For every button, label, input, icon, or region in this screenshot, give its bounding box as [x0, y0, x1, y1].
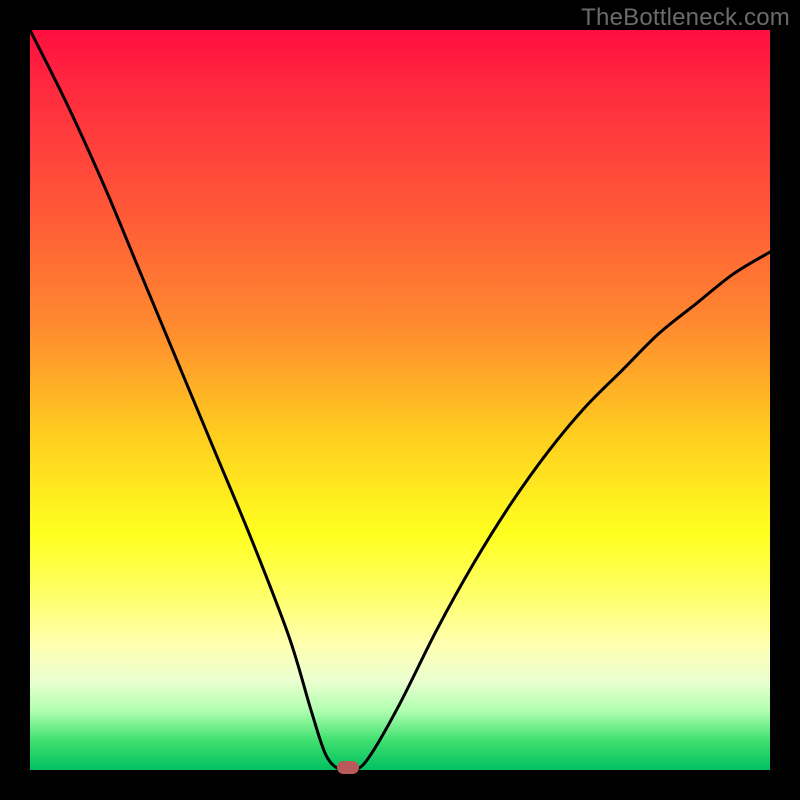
watermark-text: TheBottleneck.com — [581, 4, 790, 32]
chart-frame: TheBottleneck.com — [0, 0, 800, 800]
chart-svg — [30, 30, 770, 770]
optimum-marker — [337, 761, 359, 774]
bottleneck-curve — [30, 30, 770, 770]
plot-area — [30, 30, 770, 770]
